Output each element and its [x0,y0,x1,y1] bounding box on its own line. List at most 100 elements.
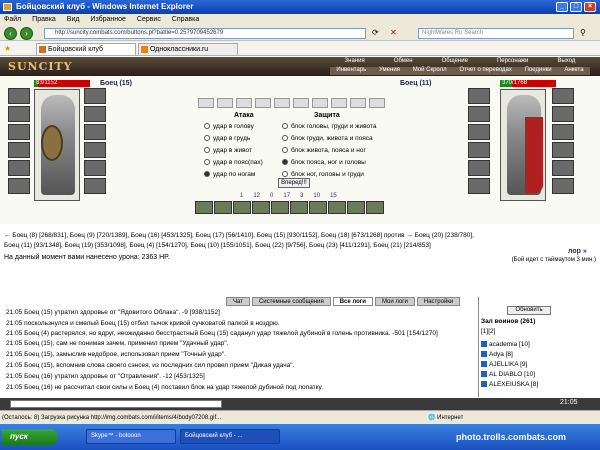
equip-slot[interactable] [84,124,106,140]
skill-icon[interactable] [252,201,270,214]
defense-option-3[interactable]: блок живота, пояса и ног [282,147,366,154]
action-slot[interactable] [350,98,366,108]
menu-tools[interactable]: Сервис [137,16,161,23]
search-icon[interactable]: ⚲ [580,28,586,37]
chat-input[interactable] [10,400,222,408]
nav-exit[interactable]: Выход [557,58,575,66]
equip-slot[interactable] [552,160,574,176]
tab-settings[interactable]: Настройки [416,297,461,306]
action-slot[interactable] [274,98,290,108]
player-item[interactable]: Adya [8] [481,350,538,360]
attack-option-belly[interactable]: удар в живот [204,147,252,154]
pagination[interactable]: [1][2] [481,328,495,335]
right-fighter-portrait[interactable] [500,89,546,201]
tab-my-logs[interactable]: Мои логи [374,297,415,306]
skill-icon[interactable] [290,201,308,214]
nav-knowledge[interactable]: Знания [345,58,365,66]
action-slot[interactable] [255,98,271,108]
stop-icon[interactable]: ✕ [390,28,397,37]
forward-attack-button[interactable]: Вперед!!! [278,178,310,188]
equip-slot[interactable] [8,178,30,194]
minimize-button[interactable]: _ [556,2,568,12]
nav-communication[interactable]: Общение [442,58,468,66]
menu-help[interactable]: Справка [172,16,199,23]
defense-option-4[interactable]: блок пояса, ног и головы [282,159,366,166]
skill-icon[interactable] [309,201,327,214]
nav-exchange[interactable]: Обмен [394,58,413,66]
defense-option-2[interactable]: блок груди, живота и пояса [282,135,373,142]
left-fighter-portrait[interactable] [34,89,80,201]
action-slot[interactable] [369,98,385,108]
equip-slot[interactable] [84,178,106,194]
forward-button[interactable]: › [20,27,33,40]
equip-slot[interactable] [552,106,574,122]
tab-combats[interactable]: Бойцовский клуб [36,43,136,55]
equip-slot[interactable] [468,106,490,122]
search-input[interactable]: NightWares.Ru Search [418,28,574,39]
nav-fights[interactable]: Поединки [525,67,552,75]
player-item[interactable]: ALEXEIUSKA [8] [481,380,538,390]
equip-slot[interactable] [84,106,106,122]
action-slot[interactable] [293,98,309,108]
nav-transfers[interactable]: Отчет о переводах [459,67,512,75]
close-button[interactable]: × [584,2,596,12]
equip-slot[interactable] [468,88,490,104]
favorites-star-icon[interactable]: ★ [4,44,11,53]
equip-slot[interactable] [8,142,30,158]
equip-slot[interactable] [468,160,490,176]
tab-system[interactable]: Системные сообщения [251,297,331,306]
nav-inventory[interactable]: Инвентарь [336,67,366,75]
nav-characters[interactable]: Персонажи [497,58,528,66]
right-fighter-name[interactable]: Боец (11) [400,80,432,87]
equip-slot[interactable] [8,124,30,140]
menu-view[interactable]: Вид [67,16,80,23]
attack-option-legs[interactable]: удар по ногам [204,171,255,178]
nav-scroll[interactable]: Мой Скролл [413,67,447,75]
equip-slot[interactable] [468,142,490,158]
lore-link[interactable]: лор » [568,248,587,255]
left-fighter-name[interactable]: Боец (15) [100,80,132,87]
equip-slot[interactable] [468,178,490,194]
refresh-button[interactable]: Обновить [507,306,551,315]
tab-chat[interactable]: Чат [226,297,250,306]
tab-odnoklassniki[interactable]: Одноклассники.ru [138,43,238,55]
equip-slot[interactable] [84,88,106,104]
skill-icon[interactable] [366,201,384,214]
url-input[interactable]: http://suncity.combats.com/buttons.pl?ba… [44,28,366,39]
defense-option-1[interactable]: блок головы, груди и живота [282,123,376,130]
equip-slot[interactable] [552,142,574,158]
skill-icon[interactable] [347,201,365,214]
player-item[interactable]: AL DIABLO [10] [481,370,538,380]
refresh-icon[interactable]: ⟳ [372,28,379,37]
nav-skills[interactable]: Умения [379,67,400,75]
back-button[interactable]: ‹ [4,27,17,40]
equip-slot[interactable] [552,124,574,140]
start-button[interactable]: пуск [2,429,58,445]
skill-icon[interactable] [233,201,251,214]
action-slot[interactable] [331,98,347,108]
equip-slot[interactable] [8,106,30,122]
equip-slot[interactable] [84,142,106,158]
menu-favorites[interactable]: Избранное [90,16,125,23]
equip-slot[interactable] [8,160,30,176]
skill-icon[interactable] [214,201,232,214]
action-slot[interactable] [312,98,328,108]
equip-slot[interactable] [84,160,106,176]
player-item[interactable]: academia [10] [481,340,538,350]
attack-option-head[interactable]: удар в голову [204,123,254,130]
equip-slot[interactable] [552,88,574,104]
defense-option-5[interactable]: блок ног, головы и груди [282,171,364,178]
action-slot[interactable] [217,98,233,108]
menu-file[interactable]: Файл [4,16,21,23]
task-skype[interactable]: Skype™ - botooon [86,429,176,444]
equip-slot[interactable] [552,178,574,194]
equip-slot[interactable] [8,88,30,104]
maximize-button[interactable]: □ [570,2,582,12]
menu-edit[interactable]: Правка [32,16,56,23]
attack-option-chest[interactable]: удар в грудь [204,135,250,142]
equip-slot[interactable] [468,124,490,140]
task-ie[interactable]: Бойцовский клуб - ... [180,429,280,444]
attack-option-groin[interactable]: удар в пояс(пах) [204,159,263,166]
action-slot[interactable] [236,98,252,108]
tab-all-logs[interactable]: Все логи [332,297,373,306]
